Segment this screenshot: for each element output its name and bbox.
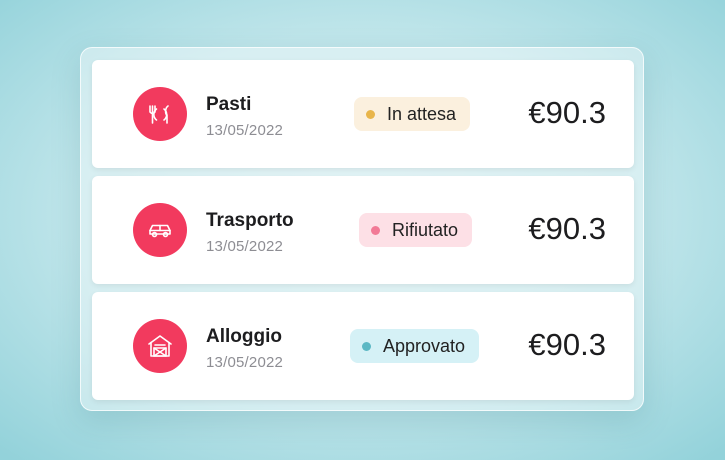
status-dot bbox=[366, 109, 375, 119]
expense-amount: €90.3 bbox=[528, 95, 606, 130]
expense-title: Pasti bbox=[206, 94, 252, 115]
status-dot bbox=[371, 225, 380, 235]
status-dot bbox=[362, 341, 371, 351]
expense-amount: €90.3 bbox=[528, 211, 606, 246]
expense-card[interactable]: Pasti 13/05/2022 In attesa €90.3 bbox=[92, 60, 634, 168]
expense-date: 13/05/2022 bbox=[206, 238, 284, 255]
status-label: In attesa bbox=[387, 103, 457, 124]
status-badge: Rifiutato bbox=[359, 213, 473, 247]
expense-date: 13/05/2022 bbox=[206, 354, 284, 371]
expense-amount: €90.3 bbox=[528, 327, 606, 362]
status-label: Rifiutato bbox=[392, 219, 459, 240]
status-badge: Approvato bbox=[350, 329, 480, 363]
expense-card[interactable]: Trasporto 13/05/2022 Rifiutato €90.3 bbox=[92, 176, 634, 284]
plate-cutlery-icon bbox=[133, 87, 187, 141]
expense-panel: Pasti 13/05/2022 In attesa €90.3 Traspor… bbox=[80, 47, 644, 411]
expense-title: Trasporto bbox=[206, 210, 294, 231]
expense-date: 13/05/2022 bbox=[206, 122, 284, 139]
car-icon bbox=[133, 203, 187, 257]
status-badge: In attesa bbox=[354, 97, 471, 131]
expense-card[interactable]: Alloggio 13/05/2022 Approvato €90.3 bbox=[92, 292, 634, 400]
barn-icon bbox=[133, 319, 187, 373]
status-label: Approvato bbox=[383, 335, 466, 356]
expense-title: Alloggio bbox=[206, 326, 282, 347]
